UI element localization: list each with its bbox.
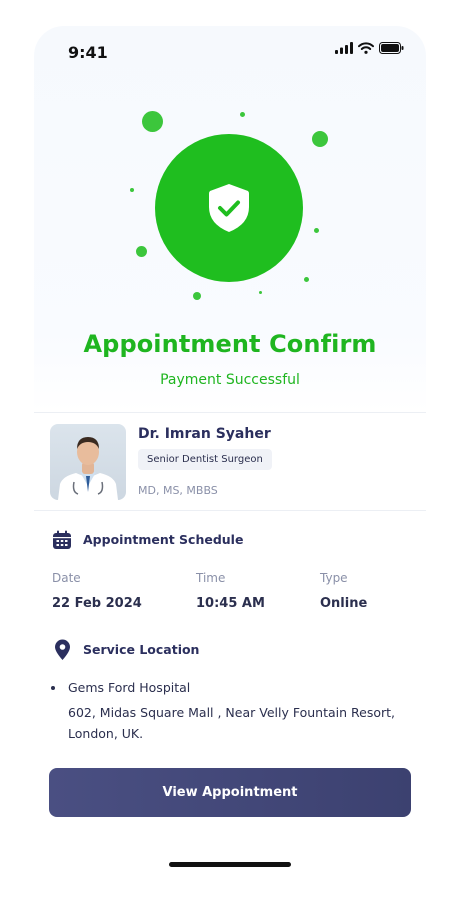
status-icons	[335, 42, 404, 54]
confirmation-title: Appointment Confirm	[83, 330, 377, 358]
decor-dot	[312, 131, 328, 147]
type-label: Type	[320, 571, 348, 585]
hospital-address: 602, Midas Square Mall , Near Velly Foun…	[68, 705, 395, 741]
decor-dot	[193, 292, 201, 300]
confirmation-subtitle: Payment Successful	[160, 372, 300, 388]
decor-dot	[142, 111, 163, 132]
success-badge	[155, 134, 303, 282]
home-indicator	[169, 862, 291, 867]
bullet	[51, 686, 55, 690]
battery-icon	[379, 42, 404, 54]
confirmation-hero: 9:41 Appointment Confirm Payment Success…	[34, 26, 426, 412]
view-appointment-button[interactable]: View Appointment	[49, 768, 411, 817]
location-pin-icon	[55, 639, 70, 660]
doctor-avatar	[50, 424, 126, 500]
decor-dot	[136, 246, 147, 257]
time-value: 10:45 AM	[196, 596, 265, 611]
doctor-specialty-badge: Senior Dentist Surgeon	[138, 449, 272, 470]
hospital-name: Gems Ford Hospital	[68, 680, 191, 695]
shield-check-icon	[209, 184, 249, 232]
signal-icon	[335, 42, 353, 54]
doctor-degrees: MD, MS, MBBS	[138, 484, 218, 497]
schedule-section-title: Appointment Schedule	[83, 532, 244, 547]
status-time: 9:41	[68, 43, 108, 62]
decor-dot	[259, 291, 262, 294]
decor-dot	[240, 112, 245, 117]
calendar-icon	[53, 530, 71, 549]
wifi-icon	[358, 42, 374, 54]
divider	[34, 412, 426, 413]
phone-screen: 9:41 Appointment Confirm Payment Success…	[34, 26, 426, 876]
decor-dot	[130, 188, 134, 192]
decor-dot	[304, 277, 309, 282]
location-section-title: Service Location	[83, 642, 200, 657]
divider	[34, 510, 426, 511]
doctor-portrait-icon	[58, 437, 118, 500]
date-value: 22 Feb 2024	[52, 596, 142, 611]
type-value: Online	[320, 596, 368, 611]
decor-dot	[314, 228, 319, 233]
doctor-name: Dr. Imran Syaher	[138, 426, 271, 442]
date-label: Date	[52, 571, 81, 585]
time-label: Time	[196, 571, 226, 585]
